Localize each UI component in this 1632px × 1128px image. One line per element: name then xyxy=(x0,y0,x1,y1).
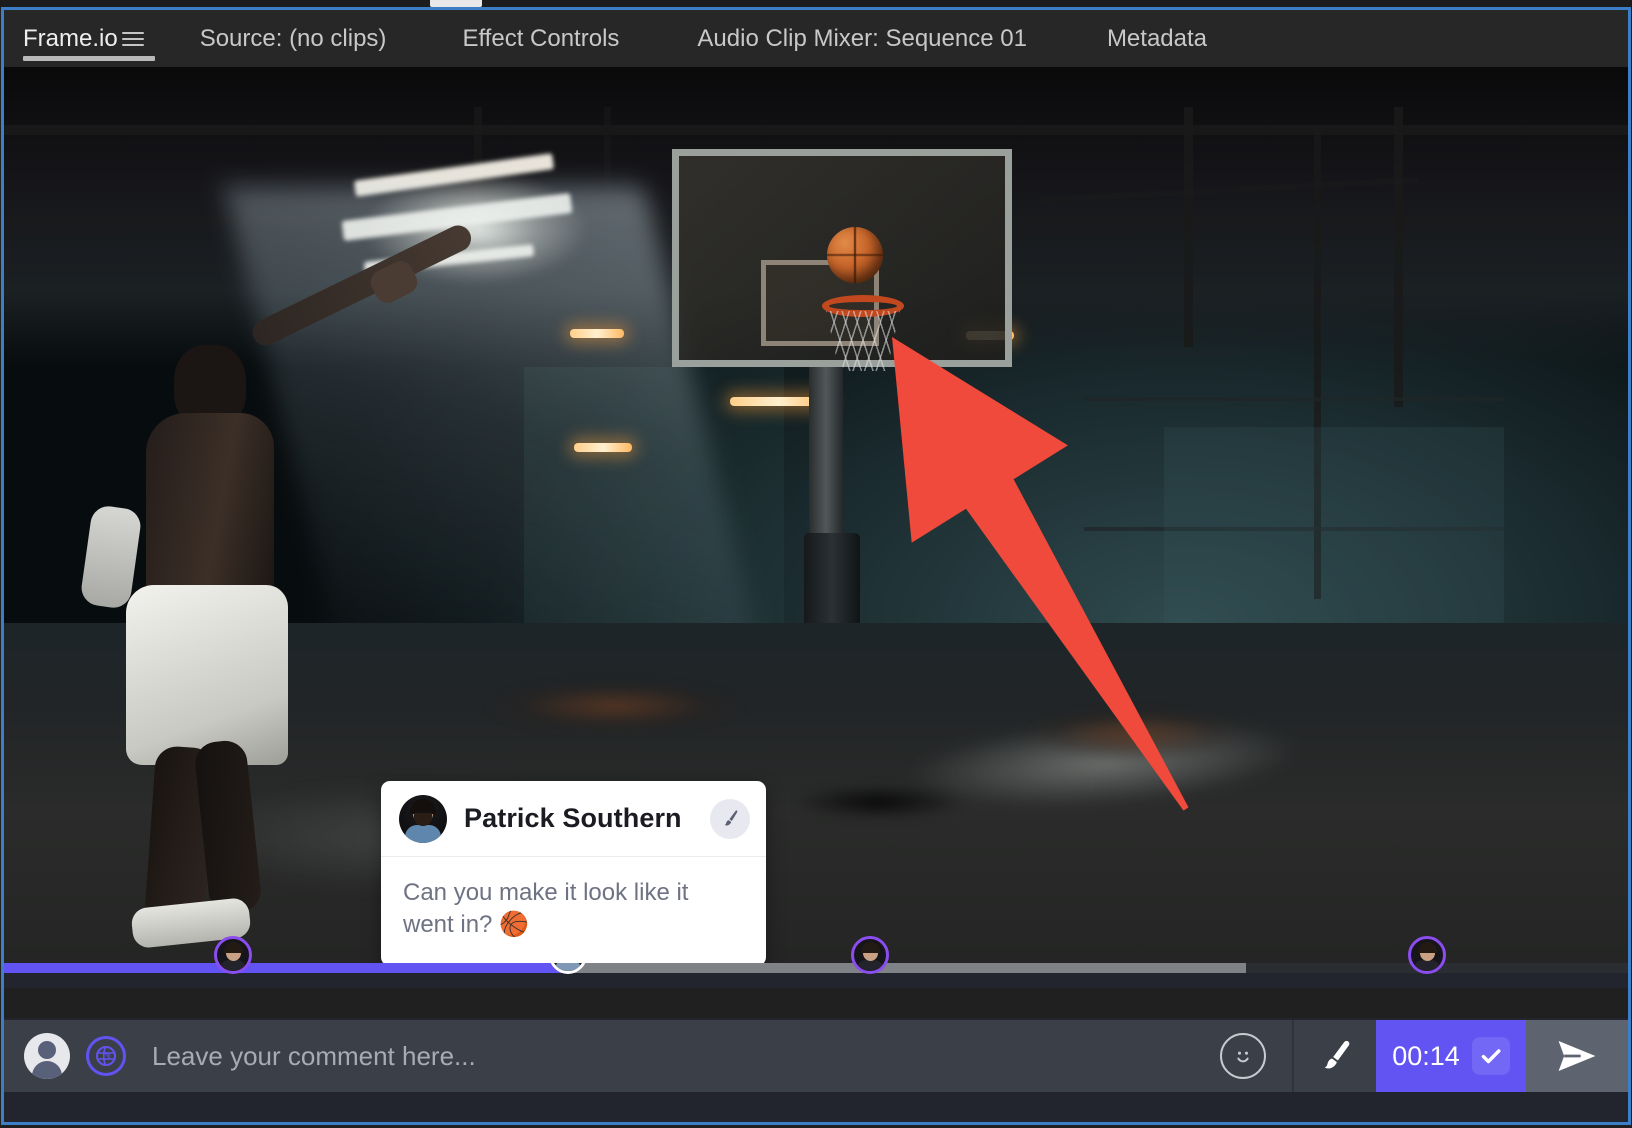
scene-basketball xyxy=(827,227,883,283)
comment-composer[interactable]: 00:14 xyxy=(4,1020,1628,1092)
comment-marker-4[interactable] xyxy=(1407,936,1446,974)
check-icon[interactable] xyxy=(1471,1037,1510,1075)
comment-author-name: Patrick Southern xyxy=(464,803,682,833)
tab-frameio-label: Frame.io xyxy=(23,24,118,52)
globe-icon[interactable] xyxy=(86,1036,126,1076)
comment-marker-1[interactable] xyxy=(213,936,252,974)
tab-frameio[interactable]: Frame.io xyxy=(4,10,164,67)
video-preview[interactable]: Patrick Southern Can you make it look li… xyxy=(4,67,1628,963)
scene-hoop-pole xyxy=(809,367,843,537)
comment-marker-3[interactable] xyxy=(850,936,889,974)
brush-icon[interactable] xyxy=(1294,1020,1376,1092)
current-user-avatar xyxy=(24,1033,70,1079)
tab-effect-controls-label: Effect Controls xyxy=(462,24,620,52)
comment-popover-header: Patrick Southern xyxy=(381,781,766,857)
comment-popover[interactable]: Patrick Southern Can you make it look li… xyxy=(381,781,766,963)
video-frame-image xyxy=(4,67,1628,963)
tab-metadata-label: Metadata xyxy=(1106,24,1208,52)
tab-metadata[interactable]: Metadata xyxy=(1053,10,1233,67)
timecode-toggle[interactable]: 00:14 xyxy=(1376,1020,1526,1092)
tab-active-underline xyxy=(23,56,155,61)
user-avatar xyxy=(399,794,447,843)
tab-source-label: Source: (no clips) xyxy=(199,24,387,52)
panel-drag-handle[interactable] xyxy=(430,0,482,7)
composer-bottom-filler xyxy=(4,1092,1628,1123)
tab-audio-clip-mixer-label: Audio Clip Mixer: Sequence 01 xyxy=(697,24,1027,52)
timecode-label: 00:14 xyxy=(1392,1040,1460,1071)
tab-source[interactable]: Source: (no clips) xyxy=(164,10,413,67)
window-top-strip xyxy=(0,0,1632,8)
emoji-smiley-icon[interactable] xyxy=(1220,1033,1266,1079)
send-icon[interactable] xyxy=(1526,1020,1628,1092)
comment-text: Can you make it look like it went in? 🏀 xyxy=(403,879,689,938)
hamburger-icon[interactable] xyxy=(121,28,144,50)
tab-audio-clip-mixer[interactable]: Audio Clip Mixer: Sequence 01 xyxy=(645,10,1053,67)
panel-tab-bar: Frame.io Source: (no clips) Effect Contr… xyxy=(4,10,1628,67)
tab-effect-controls[interactable]: Effect Controls xyxy=(412,10,645,67)
comment-marker-row xyxy=(4,936,1628,1018)
comment-input[interactable] xyxy=(150,1039,1208,1073)
brush-icon[interactable] xyxy=(710,798,750,839)
frameio-panel-window: Frame.io Source: (no clips) Effect Contr… xyxy=(0,0,1632,1128)
